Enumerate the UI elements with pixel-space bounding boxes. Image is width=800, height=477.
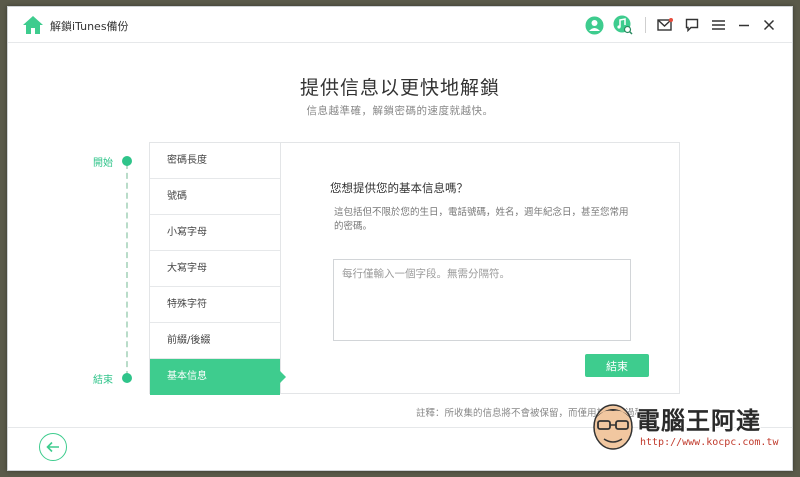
page-subtitle: 信息越準確，解鎖密碼的速度就越快。 [306, 105, 494, 117]
progress-end-dot [122, 373, 132, 383]
step-numbers[interactable]: 號碼 [150, 179, 280, 215]
arrow-left-icon [46, 441, 59, 453]
progress-end-label: 結束 [93, 375, 113, 386]
menu-icon[interactable] [708, 15, 728, 35]
watermark-title: 電腦王阿達 [636, 407, 761, 435]
mail-icon[interactable] [655, 15, 675, 35]
minimize-icon[interactable] [734, 15, 754, 35]
progress-start-dot [122, 156, 132, 166]
step-special-chars[interactable]: 特殊字符 [150, 287, 280, 323]
feedback-icon[interactable] [682, 15, 702, 35]
step-lowercase[interactable]: 小寫字母 [150, 215, 280, 251]
title-bar: 解鎖iTunes備份 [8, 7, 792, 43]
home-icon[interactable] [22, 15, 44, 35]
step-list: 密碼長度 號碼 小寫字母 大寫字母 特殊字符 前綴/後綴 基本信息 [150, 143, 286, 395]
user-icon[interactable] [584, 15, 604, 35]
app-window: 解鎖iTunes備份 提供信息以更快地解鎖 信息越準確，解鎖密碼的速度就越快。 … [7, 6, 793, 471]
close-icon[interactable] [759, 15, 779, 35]
step-password-length[interactable]: 密碼長度 [150, 143, 280, 179]
page-title: 提供信息以更快地解鎖 [299, 77, 500, 99]
basic-info-input[interactable] [333, 259, 631, 341]
step-prefix-suffix[interactable]: 前綴/後綴 [150, 323, 280, 359]
finish-button[interactable]: 結束 [585, 354, 649, 377]
progress-rail [126, 163, 128, 377]
back-button[interactable] [39, 433, 67, 461]
mascot-icon [593, 404, 633, 450]
music-search-icon[interactable] [613, 15, 633, 35]
watermark-url: http://www.kocpc.com.tw [640, 437, 779, 448]
watermark: 電腦王阿達 http://www.kocpc.com.tw [588, 393, 788, 463]
step-basic-info[interactable]: 基本信息 [150, 359, 286, 395]
question-description: 這包括但不限於您的生日，電話號碼，姓名，週年紀念日，甚至您常用的密碼。 [334, 207, 629, 232]
question-title: 您想提供您的基本信息嗎？ [330, 181, 468, 195]
info-panel: 密碼長度 號碼 小寫字母 大寫字母 特殊字符 前綴/後綴 基本信息 您想提供您的… [149, 142, 680, 395]
app-title: 解鎖iTunes備份 [50, 20, 129, 33]
progress-start-label: 開始 [93, 158, 113, 169]
toolbar-separator [645, 17, 646, 33]
step-uppercase[interactable]: 大寫字母 [150, 251, 280, 287]
